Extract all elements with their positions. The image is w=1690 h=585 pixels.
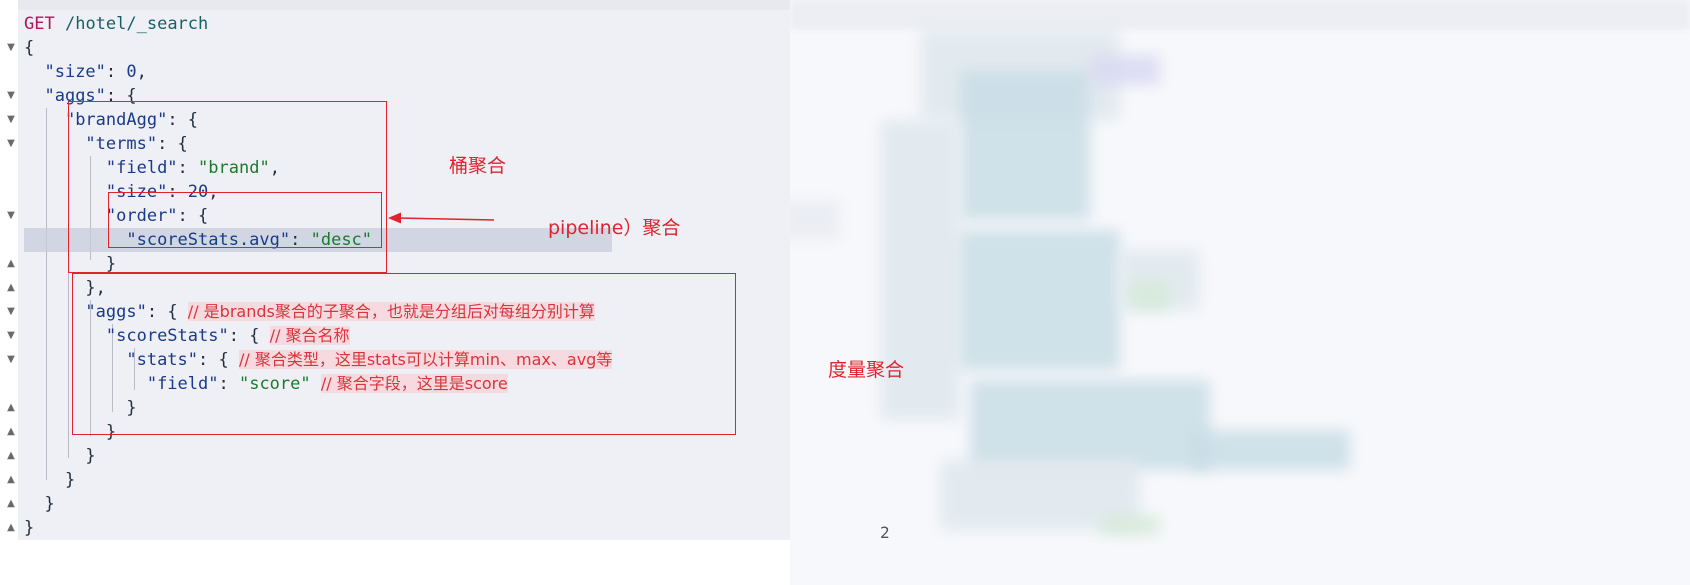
fold-arrow-icon[interactable]: ▼: [4, 300, 18, 324]
json-punct: ,: [136, 62, 147, 82]
blurred-line-number: 2: [880, 523, 890, 542]
json-brace: {: [24, 38, 35, 58]
json-punct: }: [85, 446, 96, 466]
json-number: 0: [126, 62, 137, 82]
editor-top-bar: [0, 0, 890, 10]
json-punct: :: [105, 62, 127, 82]
code-line[interactable]: ▼{: [7, 36, 612, 60]
fold-arrow-icon[interactable]: ▼: [4, 324, 18, 348]
unfold-arrow-icon[interactable]: ▲: [4, 420, 18, 444]
unfold-arrow-icon[interactable]: ▲: [4, 396, 18, 420]
fold-arrow-icon[interactable]: ▼: [4, 36, 18, 60]
fold-arrow-icon[interactable]: ▼: [4, 132, 18, 156]
unfold-arrow-icon[interactable]: ▲: [4, 252, 18, 276]
json-key: "size": [44, 62, 106, 82]
code-line[interactable]: ▲ }: [7, 492, 612, 516]
unfold-arrow-icon[interactable]: ▲: [4, 468, 18, 492]
json-punct: }: [64, 470, 76, 490]
request-path: /hotel/_search: [64, 14, 209, 34]
code-line[interactable]: "size": 0,: [24, 60, 612, 84]
arrow-icon: [388, 212, 495, 224]
metric-aggregation-label: 度量聚合: [828, 359, 905, 381]
pipeline-aggregation-label: pipeline）聚合: [548, 217, 681, 239]
code-line[interactable]: GET /hotel/_search: [24, 12, 612, 36]
fold-arrow-icon[interactable]: ▼: [4, 204, 18, 228]
unfold-arrow-icon[interactable]: ▲: [4, 516, 18, 540]
json-punct: }: [44, 494, 55, 514]
fold-arrow-icon[interactable]: ▼: [4, 108, 18, 132]
request-method: GET: [24, 14, 55, 34]
code-line[interactable]: ▲ }: [7, 444, 612, 468]
fold-arrow-icon[interactable]: ▼: [4, 348, 18, 372]
fold-arrow-icon[interactable]: ▼: [4, 84, 18, 108]
metric-aggregation-box: [72, 273, 736, 435]
unfold-arrow-icon[interactable]: ▲: [4, 492, 18, 516]
unfold-arrow-icon[interactable]: ▲: [4, 444, 18, 468]
blurred-results-panel: 2: [790, 0, 1690, 585]
code-line[interactable]: ▲ }: [7, 468, 612, 492]
order-highlight-box: [108, 192, 382, 248]
bucket-aggregation-label: 桶聚合: [449, 155, 507, 177]
json-punct: }: [24, 518, 35, 538]
code-line[interactable]: ▲}: [7, 516, 612, 540]
unfold-arrow-icon[interactable]: ▲: [4, 276, 18, 300]
